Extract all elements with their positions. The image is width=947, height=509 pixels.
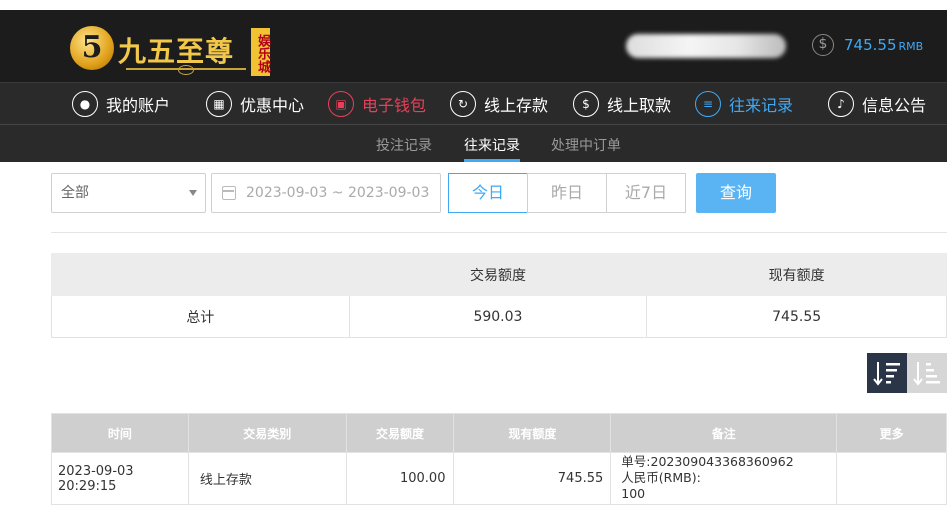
cell-balance: 745.55 (453, 452, 612, 505)
nav-item-deposit[interactable]: ↻ 线上存款 (450, 89, 548, 119)
sub-nav: 投注记录 往来记录 处理中订单 (0, 124, 947, 162)
withdraw-icon: $ (573, 91, 599, 117)
date-range-value: 2023-09-03 ~ 2023-09-03 (246, 185, 430, 201)
divider (51, 232, 947, 233)
deposit-icon: ↻ (450, 91, 476, 117)
nav-item-label: 线上取款 (607, 96, 672, 115)
summary-total-amount: 590.03 (348, 295, 648, 338)
logo-ornament (126, 65, 246, 75)
note-currency: 人民币(RMB): (621, 470, 701, 485)
active-tab-indicator (464, 159, 520, 162)
summary-total-balance: 745.55 (646, 295, 947, 338)
records-icon: ≡ (695, 91, 721, 117)
tab-bet-records[interactable]: 投注记录 (376, 135, 432, 155)
query-button[interactable]: 查询 (696, 173, 776, 213)
tab-pending-orders[interactable]: 处理中订单 (551, 135, 621, 155)
summary-header-empty (51, 253, 350, 296)
sort-desc-icon (873, 362, 900, 386)
nav-item-label: 电子钱包 (362, 96, 427, 115)
summary-header-amount: 交易额度 (348, 253, 648, 296)
date-range-input[interactable]: 2023-09-03 ~ 2023-09-03 (211, 173, 441, 213)
cell-more[interactable] (836, 452, 947, 505)
cell-time: 2023-09-03 20:29:15 (51, 452, 189, 505)
wallet-icon: ▣ (328, 91, 354, 117)
type-select[interactable]: 全部 (51, 173, 206, 213)
col-amount: 交易额度 (345, 413, 455, 453)
logo-tag: 娱乐城 (251, 28, 270, 76)
summary-table: 交易额度 现有额度 总计 590.03 745.55 (51, 253, 947, 338)
nav-item-label: 线上存款 (484, 96, 549, 115)
nav-item-promotions[interactable]: ▦ 优惠中心 (206, 89, 304, 119)
summary-header-balance: 现有额度 (646, 253, 947, 296)
balance: 745.55 RMB (844, 36, 923, 54)
chevron-down-icon (189, 190, 197, 196)
nav-item-label: 信息公告 (862, 96, 927, 115)
cell-amount: 100.00 (345, 452, 455, 505)
type-select-value: 全部 (61, 185, 89, 201)
sort-asc-icon (913, 362, 940, 386)
col-balance: 现有额度 (453, 413, 612, 453)
nav-item-label: 优惠中心 (240, 96, 305, 115)
quick-today-button[interactable]: 今日 (448, 173, 528, 213)
logo-text: 九五至尊 (118, 35, 235, 68)
yuan-coin-icon: $ (812, 34, 834, 56)
sort-desc-button[interactable] (867, 353, 907, 393)
gift-icon: ▦ (206, 91, 232, 117)
nav-item-records[interactable]: ≡ 往来记录 (695, 89, 793, 119)
summary-total-label: 总计 (51, 295, 350, 338)
summary-row: 总计 590.03 745.55 (51, 295, 947, 338)
records-header-row: 时间 交易类别 交易额度 现有额度 备注 更多 (51, 413, 947, 453)
table-row[interactable]: 2023-09-03 20:29:15 线上存款 100.00 745.55 单… (51, 452, 947, 505)
note-amount: 100 (621, 486, 646, 501)
bell-icon: ♪ (828, 91, 854, 117)
nav-item-account[interactable]: ● 我的账户 (72, 89, 170, 119)
nav-item-label: 往来记录 (729, 96, 794, 115)
summary-header-row: 交易额度 现有额度 (51, 253, 947, 296)
records-table: 时间 交易类别 交易额度 现有额度 备注 更多 2023-09-03 20:29… (51, 413, 947, 505)
cell-note: 单号:202309043368360962 人民币(RMB): 100 (610, 452, 838, 505)
quick-yesterday-button[interactable]: 昨日 (527, 173, 607, 213)
balance-unit: RMB (898, 40, 924, 53)
col-more: 更多 (836, 413, 947, 453)
quick-7days-button[interactable]: 近7日 (606, 173, 686, 213)
nav-item-wallet[interactable]: ▣ 电子钱包 (328, 89, 426, 119)
site-logo[interactable]: 5 九五至尊 娱乐城 (70, 18, 280, 78)
nav-item-label: 我的账户 (106, 96, 171, 115)
tab-transaction-records[interactable]: 往来记录 (464, 135, 520, 155)
sort-asc-button[interactable] (907, 353, 947, 393)
main-nav: ● 我的账户 ▦ 优惠中心 ▣ 电子钱包 ↻ 线上存款 $ 线上取款 ≡ 往来记… (0, 82, 947, 124)
balance-value: 745.55 (844, 36, 897, 54)
calendar-icon (222, 186, 236, 200)
col-note: 备注 (610, 413, 838, 453)
col-time: 时间 (51, 413, 189, 453)
user-icon: ● (72, 91, 98, 117)
nav-item-withdraw[interactable]: $ 线上取款 (573, 89, 671, 119)
logo-badge: 5 (70, 26, 114, 70)
cell-type: 线上存款 (187, 452, 347, 505)
top-strip (0, 0, 947, 10)
nav-item-notices[interactable]: ♪ 信息公告 (828, 89, 926, 119)
note-order-number: 单号:202309043368360962 (621, 454, 794, 469)
site-header: 5 九五至尊 娱乐城 $ 745.55 RMB (0, 10, 947, 82)
username-redacted (626, 34, 786, 58)
col-type: 交易类别 (187, 413, 347, 453)
